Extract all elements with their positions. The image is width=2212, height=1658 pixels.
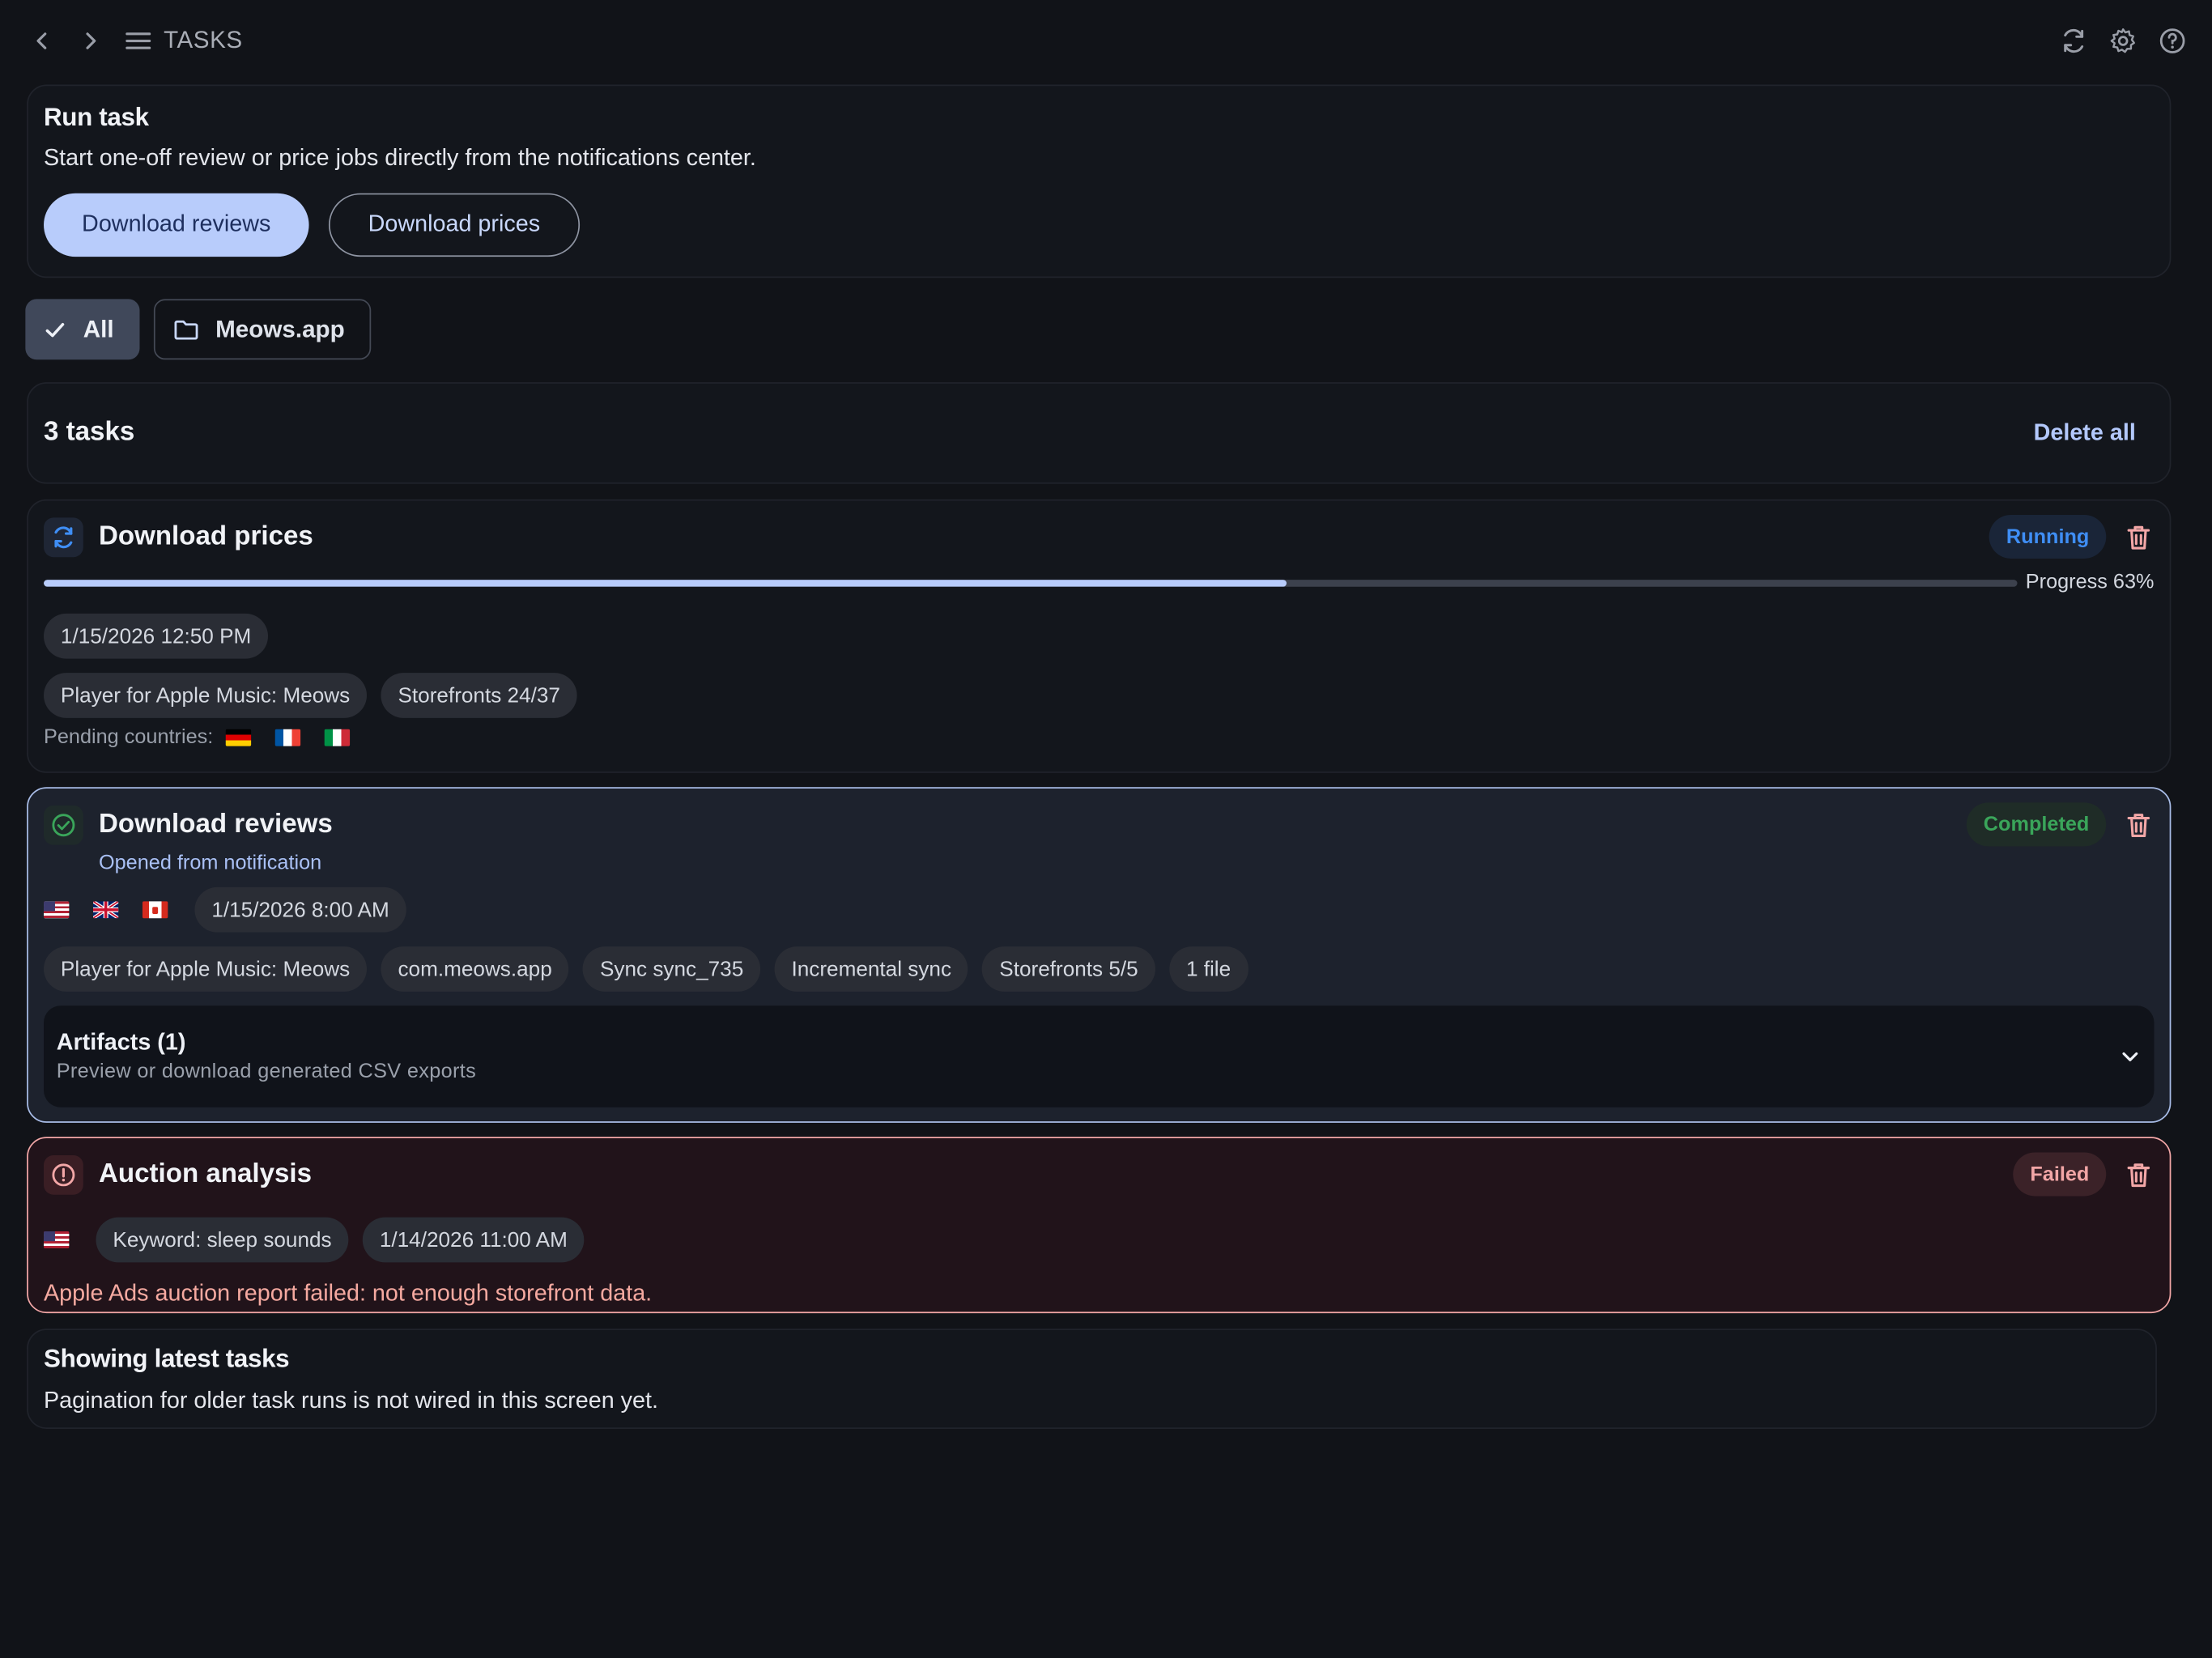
task-title: Download reviews: [98, 809, 333, 839]
flag-fr-icon: [274, 729, 301, 746]
run-task-description: Start one-off review or price jobs direc…: [44, 145, 756, 171]
chevron-left-icon: [36, 32, 47, 49]
flag-gb-icon: [92, 901, 119, 919]
tasks-count: 3 tasks: [44, 417, 135, 448]
forward-button[interactable]: [74, 24, 108, 58]
filter-chip-label: All: [83, 315, 114, 342]
trash-icon: [2127, 813, 2150, 837]
tasks-count-bar: 3 tasks Delete all: [27, 382, 2172, 484]
date-pill: 1/15/2026 8:00 AM: [194, 886, 406, 933]
refresh-button[interactable]: [2057, 24, 2091, 58]
sync-icon: [44, 517, 83, 557]
task-card-download-reviews[interactable]: Download reviews Completed Opened from n…: [27, 787, 2172, 1123]
tasks-screen: TASKS Run task Start one-off review or p…: [0, 0, 2212, 1657]
status-badge: Running: [1989, 514, 2107, 559]
file-count-pill: 1 file: [1169, 946, 1249, 992]
help-icon: [2159, 28, 2185, 53]
progress-track: [44, 579, 2018, 586]
artifacts-title: Artifacts (1): [56, 1029, 186, 1056]
task-card-download-prices[interactable]: Download prices Running Progress 63% 1/1…: [27, 499, 2172, 773]
keyword-pill: Keyword: sleep sounds: [96, 1217, 349, 1263]
pending-countries: Pending countries:: [44, 726, 2154, 749]
run-task-heading: Run task: [44, 103, 149, 132]
opened-from-notification: Opened from notification: [98, 852, 322, 875]
sync-type-pill: Incremental sync: [774, 946, 968, 992]
flag-us-icon: [44, 1231, 70, 1248]
progress-fill: [44, 579, 1287, 586]
artifacts-accordion[interactable]: Artifacts (1) Preview or download genera…: [44, 1005, 2155, 1107]
run-task-card: Run task Start one-off review or price j…: [27, 84, 2172, 278]
help-button[interactable]: [2155, 24, 2189, 58]
delete-task-button[interactable]: [2123, 521, 2154, 552]
sync-id-pill: Sync sync_735: [583, 946, 761, 992]
pending-label: Pending countries:: [44, 726, 214, 750]
trash-icon: [2127, 1163, 2150, 1187]
task-title: Auction analysis: [98, 1158, 313, 1188]
storefronts-pill: Storefronts 24/37: [381, 673, 577, 718]
settings-button[interactable]: [2106, 24, 2140, 58]
filter-chip-meows-app[interactable]: Meows.app: [153, 299, 372, 360]
artifacts-subtitle: Preview or download generated CSV export…: [56, 1061, 477, 1084]
error-icon: [44, 1154, 83, 1194]
chevron-right-icon: [86, 32, 96, 49]
gear-icon: [2110, 28, 2135, 53]
storefronts-pill: Storefronts 5/5: [982, 946, 1155, 992]
download-reviews-button[interactable]: Download reviews: [44, 193, 309, 257]
footer-text: Pagination for older task runs is not wi…: [44, 1388, 659, 1414]
page-title: TASKS: [164, 27, 243, 54]
flag-us-icon: [44, 901, 70, 919]
error-message: Apple Ads auction report failed: not eno…: [44, 1281, 653, 1307]
status-badge: Failed: [2013, 1152, 2107, 1197]
bundle-id-pill: com.meows.app: [381, 946, 569, 992]
footer-heading: Showing latest tasks: [44, 1344, 290, 1373]
refresh-icon: [2064, 28, 2084, 53]
chevron-down-icon: [2122, 1052, 2138, 1061]
filter-chip-label: Meows.app: [215, 315, 345, 342]
flag-de-icon: [225, 729, 252, 746]
status-badge: Completed: [1966, 802, 2107, 847]
pagination-note-card: Showing latest tasks Pagination for olde…: [27, 1329, 2157, 1429]
task-card-auction-analysis[interactable]: Auction analysis Failed Keyword: sleep s…: [27, 1137, 2172, 1314]
flag-it-icon: [324, 729, 351, 746]
date-pill: 1/14/2026 11:00 AM: [362, 1217, 585, 1263]
menu-icon: [125, 32, 151, 49]
filter-chips: All Meows.app: [25, 299, 372, 360]
progress-row: Progress 63%: [44, 572, 2154, 594]
app-pill: Player for Apple Music: Meows: [44, 673, 368, 718]
app-pill: Player for Apple Music: Meows: [44, 946, 368, 992]
top-bar: TASKS: [0, 0, 2212, 82]
delete-all-button[interactable]: Delete all: [2034, 419, 2136, 446]
task-title: Download prices: [98, 521, 313, 551]
flag-ca-icon: [142, 901, 168, 919]
back-button[interactable]: [25, 24, 59, 58]
progress-label: Progress 63%: [2025, 571, 2155, 594]
menu-button[interactable]: [121, 24, 155, 58]
download-prices-button[interactable]: Download prices: [328, 193, 580, 257]
delete-task-button[interactable]: [2123, 809, 2154, 840]
delete-task-button[interactable]: [2123, 1158, 2154, 1189]
filter-chip-all[interactable]: All: [25, 299, 140, 360]
folder-icon: [174, 319, 198, 339]
check-icon: [45, 322, 65, 337]
check-circle-icon: [44, 804, 83, 844]
trash-icon: [2127, 525, 2150, 549]
date-pill: 1/15/2026 12:50 PM: [44, 613, 269, 659]
